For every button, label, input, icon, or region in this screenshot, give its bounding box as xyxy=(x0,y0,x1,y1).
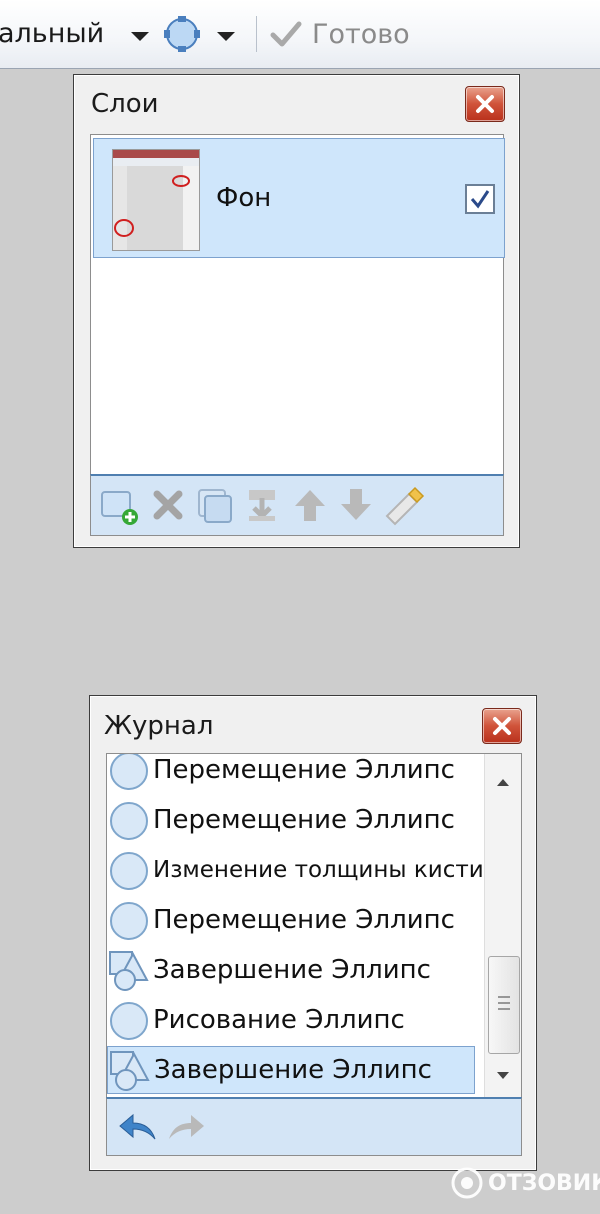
history-item-label: Изменение толщины кисти xyxy=(153,857,484,883)
history-item-label: Перемещение Эллипс xyxy=(153,805,455,835)
ellipse-icon xyxy=(107,796,153,844)
scroll-up-icon[interactable] xyxy=(485,772,521,792)
layer-properties-icon[interactable] xyxy=(383,486,425,526)
done-button[interactable]: Готово xyxy=(270,14,410,54)
duplicate-layer-icon[interactable] xyxy=(195,486,233,524)
history-item-label: Завершение Эллипс xyxy=(154,1055,432,1085)
undo-icon[interactable] xyxy=(117,1109,159,1145)
ellipse-icon xyxy=(107,754,153,794)
ellipse-icon xyxy=(107,896,153,944)
ellipse-icon xyxy=(107,996,153,1044)
layer-thumbnail xyxy=(112,149,200,251)
history-item[interactable]: Перемещение Эллипс xyxy=(107,896,487,944)
chevron-down-icon[interactable] xyxy=(217,32,235,41)
top-toolbar: альный Готово xyxy=(0,0,600,69)
history-item[interactable]: Изменение толщины кисти xyxy=(107,846,487,894)
move-up-icon[interactable] xyxy=(291,486,329,524)
merge-down-icon[interactable] xyxy=(243,486,281,524)
scrollbar-thumb[interactable] xyxy=(488,956,520,1054)
close-icon xyxy=(493,717,511,735)
watermark-icon xyxy=(451,1167,483,1199)
checkmark-icon xyxy=(470,190,490,209)
history-toolbar xyxy=(106,1097,522,1156)
history-item-label: Перемещение Эллипс xyxy=(153,755,455,785)
done-label: Готово xyxy=(312,18,410,50)
watermark-text: ОТЗОВИК xyxy=(488,1170,600,1196)
history-item-label: Перемещение Эллипс xyxy=(153,905,455,935)
shape-ellipse-icon[interactable] xyxy=(163,15,201,53)
shapes-finish-icon xyxy=(107,946,153,994)
history-item[interactable]: Завершение Эллипс xyxy=(107,946,487,994)
panel-title: Журнал xyxy=(104,711,214,741)
layers-toolbar xyxy=(90,474,504,536)
delete-layer-icon[interactable] xyxy=(149,486,187,524)
toolbar-divider xyxy=(256,16,257,52)
shapes-finish-icon xyxy=(108,1046,154,1094)
history-scrollbar[interactable] xyxy=(484,754,521,1098)
history-item[interactable]: Перемещение Эллипс xyxy=(107,754,487,794)
history-panel: Журнал Перемещение Эллипс Перемещение Эл… xyxy=(89,695,537,1171)
history-item-label: Завершение Эллипс xyxy=(153,955,431,985)
layers-panel: Слои Фон xyxy=(73,74,520,548)
ellipse-icon xyxy=(107,846,153,894)
watermark-logo: ОТЗОВИК xyxy=(450,1166,600,1200)
history-item-label: Рисование Эллипс xyxy=(153,1005,405,1035)
layers-list: Фон xyxy=(90,134,505,476)
close-icon xyxy=(476,95,494,113)
add-layer-icon[interactable] xyxy=(99,486,138,525)
checkmark-icon xyxy=(270,21,302,47)
layer-row[interactable]: Фон xyxy=(93,138,505,258)
history-item[interactable]: Рисование Эллипс xyxy=(107,996,487,1044)
close-button[interactable] xyxy=(465,86,505,122)
panel-title: Слои xyxy=(91,89,159,119)
blend-mode-label[interactable]: альный xyxy=(0,18,104,49)
close-button[interactable] xyxy=(482,708,522,744)
scroll-down-icon[interactable] xyxy=(485,1066,521,1086)
history-item[interactable]: Перемещение Эллипс xyxy=(107,796,487,844)
move-down-icon[interactable] xyxy=(337,486,375,524)
layer-visibility-checkbox[interactable] xyxy=(465,184,495,214)
history-list: Перемещение Эллипс Перемещение Эллипс Из… xyxy=(106,753,522,1099)
chevron-down-icon[interactable] xyxy=(131,32,149,41)
redo-icon[interactable] xyxy=(165,1109,207,1145)
history-item-selected[interactable]: Завершение Эллипс xyxy=(107,1046,475,1094)
layer-name[interactable]: Фон xyxy=(216,183,271,213)
